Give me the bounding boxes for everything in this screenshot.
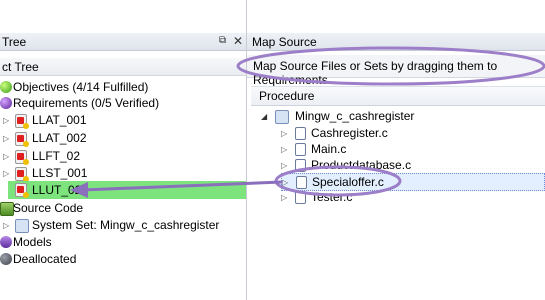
tree-item-llat-001[interactable]: ▷ LLAT_001 [0, 112, 246, 129]
requirement-item-icon [15, 132, 29, 147]
tree-item-label: LLAT_001 [32, 113, 87, 127]
tree-item-objectives[interactable]: Objectives (4/14 Fulfilled) [0, 79, 246, 96]
expand-arrow-icon[interactable]: ▷ [3, 165, 9, 182]
tree-item-label: LLST_001 [32, 166, 88, 180]
tree-item-label: Source Code [13, 201, 84, 215]
file-label: Tester.c [311, 190, 353, 204]
requirements-icon [0, 97, 12, 109]
pin-icon[interactable]: ⧉ [219, 35, 230, 46]
procedure-root-item[interactable]: ◢ Mingw_c_cashregister [261, 108, 545, 125]
file-icon [296, 176, 307, 189]
expand-arrow-icon[interactable]: ▷ [281, 125, 287, 142]
tree-item-requirements[interactable]: Requirements (0/5 Verified) [0, 95, 246, 112]
tree-item-label: Requirements (0/5 Verified) [13, 96, 160, 110]
objectives-icon [0, 81, 12, 93]
expand-arrow-icon[interactable]: ▷ [3, 112, 9, 129]
source-file-item[interactable]: ▷ Productdatabase.c [281, 157, 545, 174]
tree-item-label: Objectives (4/14 Fulfilled) [13, 80, 149, 94]
expand-arrow-icon[interactable]: ▷ [3, 130, 9, 147]
file-icon [295, 127, 306, 140]
tree-header-label: ct Tree [2, 60, 39, 74]
tree-panel-titlebar: Tree ⧉ ✕ [0, 33, 246, 51]
tree-item-system-set[interactable]: ▷ System Set: Mingw_c_cashregister [0, 217, 246, 234]
tree-item-llut-02[interactable]: LLUT_02 [8, 181, 246, 199]
file-icon [295, 191, 306, 204]
tree-item-label: Deallocated [13, 252, 77, 266]
system-set-icon [15, 219, 29, 233]
tree-item-models[interactable]: Models [0, 234, 246, 251]
source-file-item[interactable]: ▷ Main.c [281, 141, 545, 158]
requirement-item-icon [15, 114, 29, 129]
tree-item-label: LLAT_002 [32, 131, 87, 145]
procedure-column-header[interactable]: Procedure [251, 86, 545, 106]
tree-item-deallocated[interactable]: Deallocated [0, 251, 246, 268]
source-file-item[interactable]: ▷ Tester.c [281, 189, 545, 206]
project-tree-panel: Tree ⧉ ✕ ct Tree Objectives (4/14 Fulfil… [0, 0, 247, 300]
file-icon [295, 143, 306, 156]
hint-text: Map Source Files or Sets by dragging the… [253, 59, 498, 87]
tree-item-label: LLFT_02 [32, 149, 81, 163]
file-label: Main.c [311, 142, 347, 156]
source-code-icon [0, 202, 14, 216]
source-file-item[interactable]: ▷ Cashregister.c [281, 125, 545, 142]
system-set-icon [275, 110, 289, 124]
procedure-root-label: Mingw_c_cashregister [295, 109, 415, 123]
close-icon[interactable]: ✕ [233, 34, 243, 48]
tree-item-source-code[interactable]: Source Code [0, 200, 246, 217]
expand-arrow-icon[interactable]: ▷ [281, 189, 287, 206]
tree-item-llst-001[interactable]: ▷ LLST_001 [0, 165, 246, 182]
expand-arrow-icon[interactable]: ▷ [3, 217, 9, 234]
tree-item-label: LLUT_02 [32, 183, 82, 197]
tree-column-header: ct Tree [0, 58, 246, 76]
requirement-item-icon [15, 150, 29, 165]
map-source-titlebar: Map Source [247, 33, 545, 51]
map-source-panel: Map Source Map Source Files or Sets by d… [247, 0, 545, 300]
procedure-header-label: Procedure [259, 89, 315, 103]
expand-arrow-icon[interactable]: ▷ [3, 148, 9, 165]
file-label: Productdatabase.c [311, 158, 412, 172]
deallocated-icon [0, 253, 12, 265]
file-icon [295, 159, 306, 172]
requirement-item-icon [15, 183, 29, 198]
tree-item-llft-02[interactable]: ▷ LLFT_02 [0, 148, 246, 165]
requirement-item-icon [15, 167, 29, 182]
tree-item-label: System Set: Mingw_c_cashregister [32, 218, 220, 232]
map-source-title: Map Source [252, 35, 317, 49]
tree-item-llat-002[interactable]: ▷ LLAT_002 [0, 130, 246, 147]
map-source-hint: Map Source Files or Sets by dragging the… [247, 55, 545, 87]
expand-arrow-icon[interactable]: ▷ [281, 157, 287, 174]
models-icon [0, 236, 12, 248]
collapse-arrow-icon[interactable]: ◢ [261, 108, 267, 125]
file-label: Cashregister.c [311, 126, 388, 140]
tree-panel-title: Tree [2, 35, 27, 49]
expand-arrow-icon[interactable]: ▷ [281, 141, 287, 158]
tree-item-label: Models [13, 235, 52, 249]
